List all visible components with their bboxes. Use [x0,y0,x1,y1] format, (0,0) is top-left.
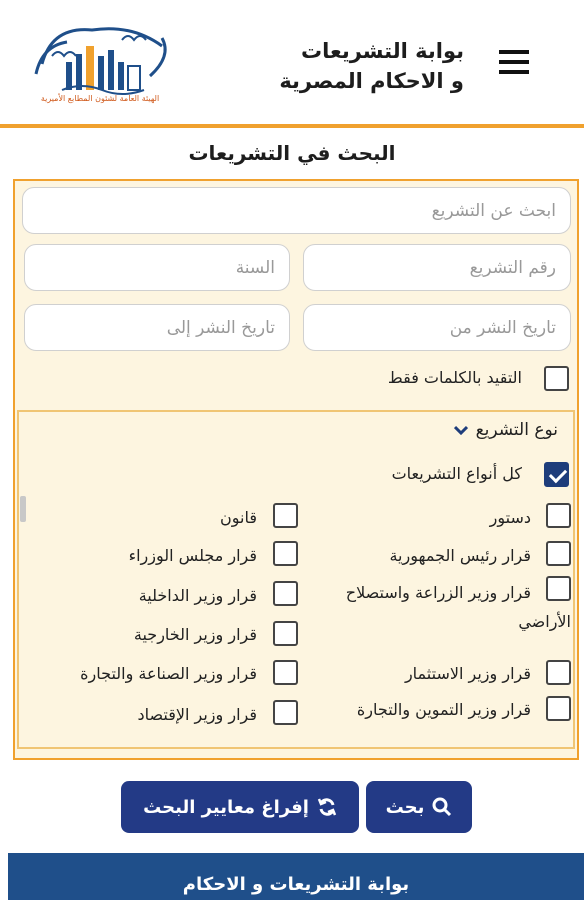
type-label-constitution: دستور [489,508,531,527]
exact-words-label: التقيد بالكلمات فقط [387,368,522,387]
search-button-label: بحث [385,796,425,818]
logo-caption: الهيئة العامة لشئون المطابع الأميرية [40,94,160,103]
search-button[interactable]: بحث [366,781,472,833]
search-title: البحث في التشريعات [188,141,396,165]
type-label-cabinet: قرار مجلس الوزراء [128,546,257,565]
type-checkbox-agriculture[interactable] [546,576,571,601]
type-label-agriculture: قرار وزير الزراعة واستصلاح [345,583,531,602]
legislation-type-box [17,410,575,749]
type-checkbox-investment[interactable] [546,660,571,685]
exact-words-checkbox[interactable] [544,366,569,391]
type-checkbox-president[interactable] [546,541,571,566]
refresh-icon [317,798,337,816]
all-types-label: كل أنواع التشريعات [391,464,522,483]
type-label-industry-trade: قرار وزير الصناعة والتجارة [80,664,257,683]
search-icon [432,797,452,817]
hamburger-menu-button[interactable] [486,38,542,86]
type-checkbox-law[interactable] [273,503,298,528]
date-from-input[interactable] [303,304,571,351]
type-label-law: قانون [220,508,257,527]
type-checkbox-foreign[interactable] [273,621,298,646]
type-label-president: قرار رئيس الجمهورية [389,546,531,565]
type-label-supply-trade: قرار وزير التموين والتجارة [356,700,531,719]
hamburger-icon [499,50,529,74]
type-checkbox-interior[interactable] [273,581,298,606]
type-label-agriculture-line2: الأراضي [518,612,571,631]
legislation-type-toggle[interactable]: نوع التشريع [453,420,558,440]
date-to-input[interactable] [24,304,290,351]
footer-title: بوابة التشريعات و الاحكام [182,874,410,895]
legislation-number-input[interactable] [303,244,571,291]
type-checkbox-constitution[interactable] [546,503,571,528]
type-checkbox-industry-trade[interactable] [273,660,298,685]
legislation-type-header: نوع التشريع [475,420,558,440]
type-label-foreign: قرار وزير الخارجية [133,625,257,644]
type-label-interior: قرار وزير الداخلية [138,586,257,605]
keyword-search-input[interactable] [22,187,571,234]
type-checkbox-cabinet[interactable] [273,541,298,566]
footer-bar: بوابة التشريعات و الاحكام [8,853,584,900]
portal-title-line1: بوابة التشريعات [301,39,464,63]
type-label-investment: قرار وزير الاستثمار [404,664,531,683]
all-types-checkbox[interactable] [544,462,569,487]
clear-criteria-button-label: إفراغ معايير البحث [143,796,309,818]
year-input[interactable] [24,244,290,291]
scrollbar-handle[interactable] [20,496,26,522]
type-checkbox-economy[interactable] [273,700,298,725]
portal-title: بوابة التشريعات و الاحكام المصرية [224,36,464,96]
type-label-economy: قرار وزير الإقتصاد [137,705,257,724]
portal-title-line2: و الاحكام المصرية [279,69,464,93]
clear-criteria-button[interactable]: إفراغ معايير البحث [121,781,359,833]
app-header: بوابة التشريعات و الاحكام المصرية الهيئة… [0,0,584,128]
type-checkbox-supply-trade[interactable] [546,696,571,721]
chevron-down-icon [453,425,468,435]
